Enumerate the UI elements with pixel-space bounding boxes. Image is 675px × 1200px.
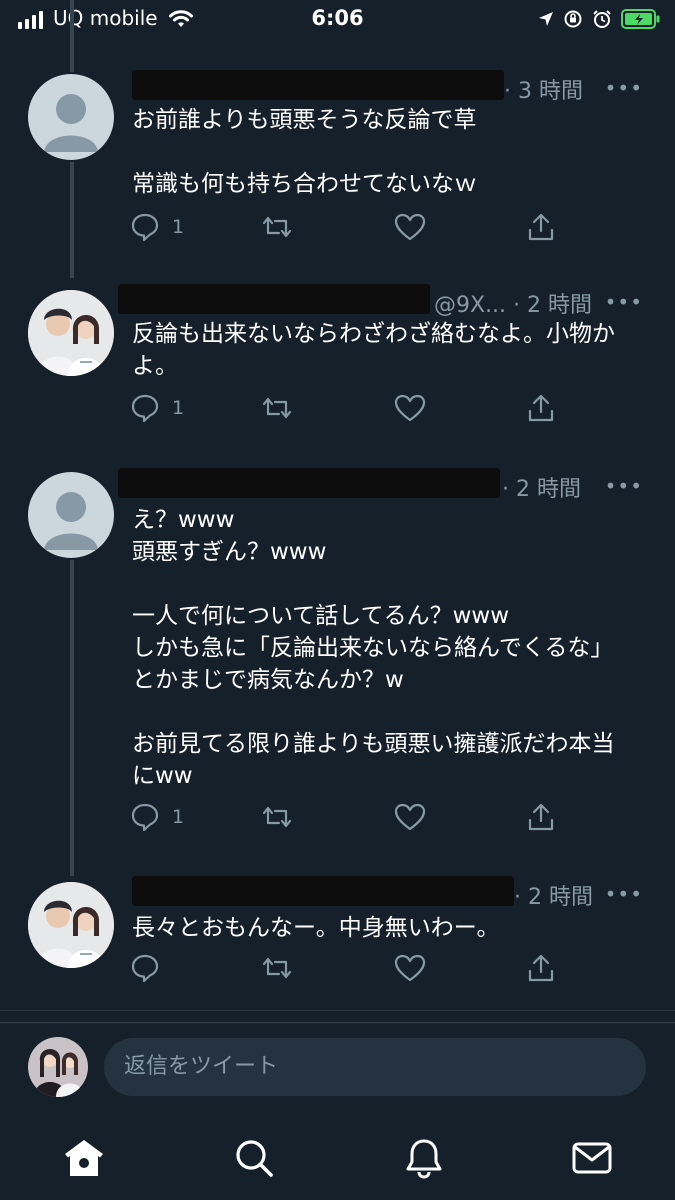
more-options-button[interactable]: ••• bbox=[605, 474, 643, 498]
reply-icon bbox=[131, 803, 159, 832]
share-button[interactable] bbox=[526, 212, 556, 242]
redacted-username bbox=[132, 70, 504, 100]
share-icon bbox=[528, 213, 554, 241]
reply-count: 1 bbox=[172, 806, 185, 828]
reply-count: 1 bbox=[172, 216, 185, 238]
default-profile-icon bbox=[44, 492, 98, 550]
tweet-text: 長々とおもんなー。中身無いわー。 bbox=[132, 915, 500, 941]
reply-button[interactable]: 1 bbox=[130, 393, 184, 423]
divider bbox=[0, 1022, 675, 1023]
like-button[interactable] bbox=[394, 802, 426, 832]
tab-home[interactable] bbox=[62, 1136, 106, 1180]
redacted-username bbox=[118, 468, 500, 498]
tweet-actions: 1 bbox=[130, 802, 560, 836]
tweet-timestamp: · 2 時間 bbox=[514, 885, 593, 910]
redacted-username bbox=[132, 876, 514, 906]
tweet-actions: 1 bbox=[130, 212, 560, 246]
retweet-button[interactable] bbox=[260, 802, 294, 832]
heart-icon bbox=[394, 954, 426, 982]
reply-count: 1 bbox=[172, 397, 185, 419]
tab-messages[interactable] bbox=[570, 1136, 614, 1180]
profile-photo bbox=[28, 882, 114, 968]
heart-icon bbox=[394, 394, 426, 422]
tweet-timestamp: · 2 時間 bbox=[502, 477, 581, 502]
share-icon bbox=[528, 394, 554, 422]
reply-button[interactable]: 1 bbox=[130, 802, 184, 832]
tab-notifications[interactable] bbox=[402, 1136, 446, 1180]
retweet-icon bbox=[262, 957, 292, 979]
tab-bar bbox=[0, 1120, 675, 1200]
like-button[interactable] bbox=[394, 212, 426, 242]
retweet-icon bbox=[262, 397, 292, 419]
tweet-text: え？www 頭悪すぎん？www 一人で何について話してるん？www しかも急に「… bbox=[132, 507, 615, 789]
tweet-text: 反論も出来ないならわざわざ絡むなよ。小物か よ。 bbox=[132, 321, 615, 379]
avatar[interactable] bbox=[28, 882, 114, 968]
retweet-button[interactable] bbox=[260, 212, 294, 242]
avatar[interactable] bbox=[28, 290, 114, 376]
home-icon bbox=[65, 1140, 103, 1176]
avatar[interactable] bbox=[28, 74, 114, 160]
reply-button[interactable] bbox=[130, 953, 172, 983]
share-button[interactable] bbox=[526, 393, 556, 423]
more-options-button[interactable]: ••• bbox=[605, 882, 643, 906]
share-button[interactable] bbox=[526, 953, 556, 983]
profile-photo bbox=[28, 290, 114, 376]
reply-icon bbox=[131, 394, 159, 423]
heart-icon bbox=[394, 213, 426, 241]
heart-icon bbox=[394, 803, 426, 831]
more-options-button[interactable]: ••• bbox=[605, 76, 643, 100]
more-options-button[interactable]: ••• bbox=[605, 290, 643, 314]
retweet-icon bbox=[262, 216, 292, 238]
tweet[interactable]: · 2 時間 ••• え？www 頭悪すぎん？www 一人で何について話してるん… bbox=[0, 450, 675, 860]
like-button[interactable] bbox=[394, 393, 426, 423]
tweet-timestamp: · 3 時間 bbox=[504, 79, 583, 104]
like-button[interactable] bbox=[394, 953, 426, 983]
tweet-actions: 1 bbox=[130, 393, 560, 427]
redacted-username bbox=[118, 284, 430, 314]
tweet-handle: @9X... bbox=[434, 293, 507, 318]
reply-button[interactable]: 1 bbox=[130, 212, 184, 242]
reply-icon bbox=[131, 954, 159, 983]
tweet[interactable]: · 3 時間 ••• お前誰よりも頭悪そうな反論で草 常識も何も持ち合わせてない… bbox=[0, 0, 675, 260]
tweet[interactable]: @9X... · 2 時間 ••• 反論も出来ないならわざわざ絡むなよ。小物か … bbox=[0, 260, 675, 450]
divider bbox=[0, 1010, 675, 1011]
tweet-actions bbox=[130, 953, 560, 987]
avatar[interactable] bbox=[28, 472, 114, 558]
tab-search[interactable] bbox=[232, 1136, 276, 1180]
retweet-icon bbox=[262, 806, 292, 828]
share-icon bbox=[528, 954, 554, 982]
reply-icon bbox=[131, 213, 159, 242]
default-profile-icon bbox=[44, 94, 98, 152]
tweet-text: お前誰よりも頭悪そうな反論で草 常識も何も持ち合わせてないなｗ bbox=[132, 107, 477, 197]
search-icon bbox=[236, 1140, 273, 1177]
tweet-handle-timestamp: @9X... · 2 時間 bbox=[434, 287, 592, 319]
retweet-button[interactable] bbox=[260, 953, 294, 983]
profile-photo bbox=[28, 1037, 88, 1097]
notifications-icon bbox=[406, 1139, 442, 1179]
my-avatar[interactable] bbox=[28, 1037, 88, 1097]
reply-input[interactable]: 返信をツイート bbox=[104, 1038, 646, 1096]
share-icon bbox=[528, 803, 554, 831]
tweet-timestamp: · 2 時間 bbox=[513, 293, 593, 318]
messages-icon bbox=[572, 1142, 612, 1174]
tweet[interactable]: · 2 時間 ••• 長々とおもんなー。中身無いわー。 bbox=[0, 860, 675, 1010]
share-button[interactable] bbox=[526, 802, 556, 832]
retweet-button[interactable] bbox=[260, 393, 294, 423]
